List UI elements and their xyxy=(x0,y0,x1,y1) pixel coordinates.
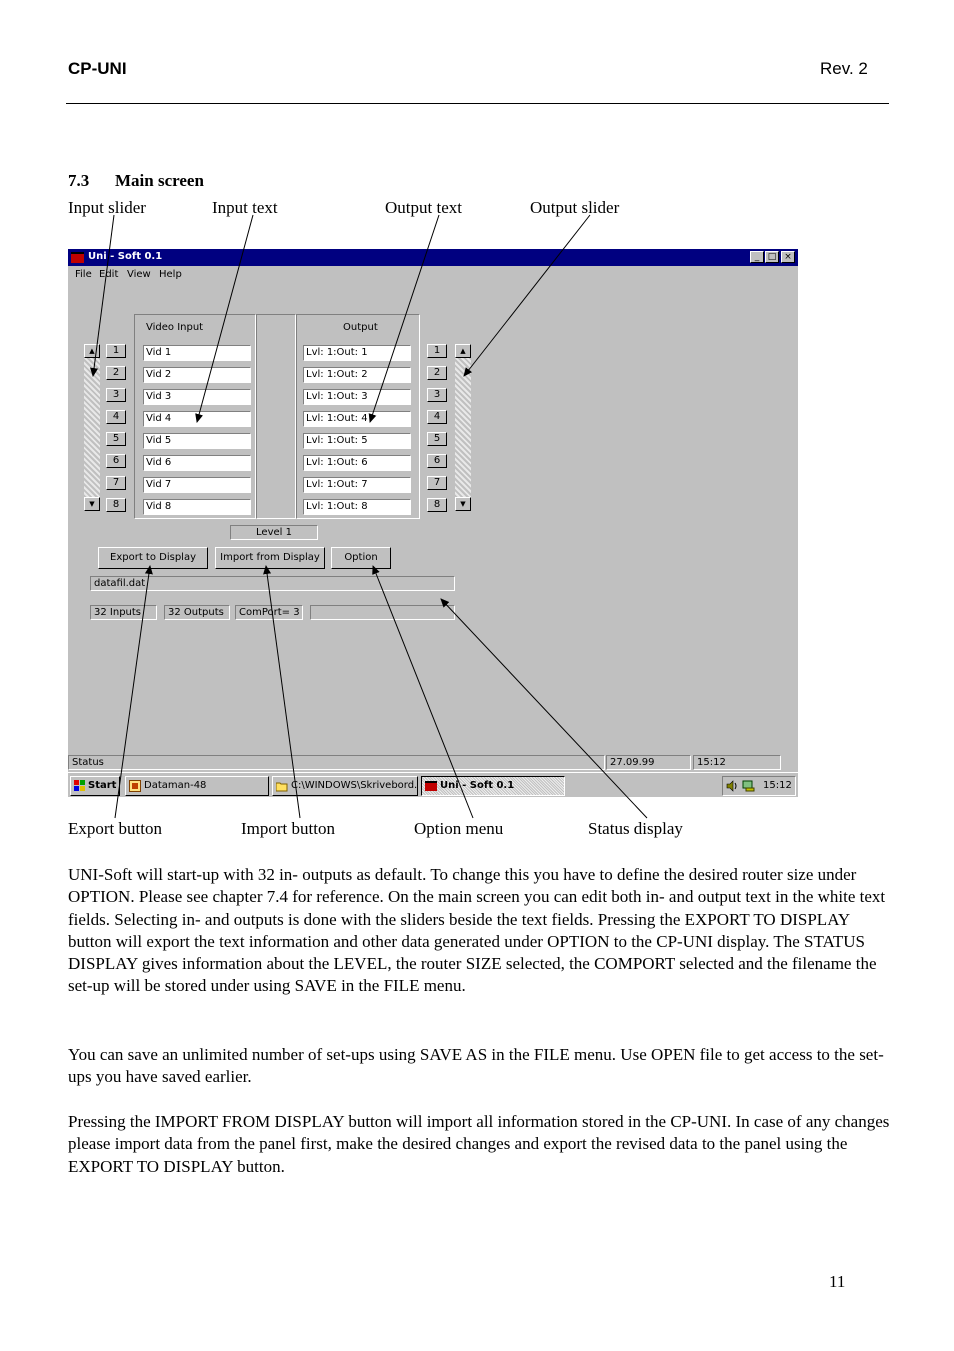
arrow-import-button xyxy=(263,565,301,819)
arrow-status-display xyxy=(440,598,648,819)
arrow-output-text xyxy=(368,214,440,423)
arrow-input-slider xyxy=(90,214,115,377)
arrow-input-text xyxy=(195,214,254,423)
paragraph: UNI-Soft will start-up with 32 in- outpu… xyxy=(68,865,886,996)
arrow-option-menu xyxy=(372,565,474,819)
callout-export-button: Export button xyxy=(68,819,162,838)
paragraph: Pressing the IMPORT FROM DISPLAY button … xyxy=(68,1112,890,1176)
arrow-output-slider xyxy=(463,214,591,377)
callout-import-button: Import button xyxy=(241,819,335,838)
callout-option-menu: Option menu xyxy=(414,819,504,838)
paragraph: You can save an unlimited number of set-… xyxy=(68,1045,884,1087)
arrow-export-button xyxy=(114,565,153,819)
page-number: 11 xyxy=(829,1272,846,1291)
callout-status-display: Status display xyxy=(588,819,683,838)
